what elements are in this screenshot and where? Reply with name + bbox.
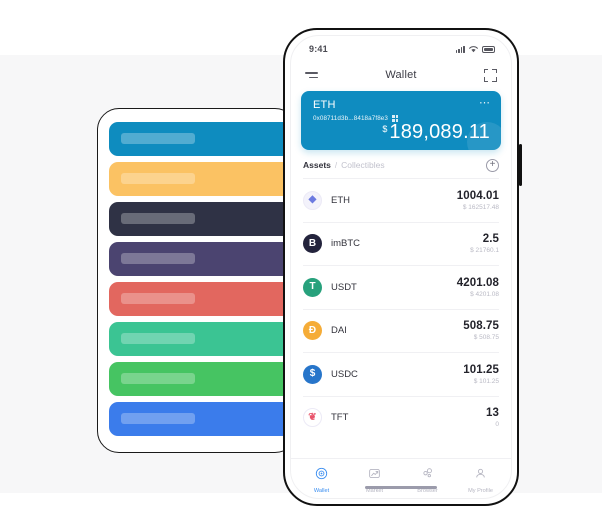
asset-amount: 13 — [486, 407, 499, 420]
asset-fiat-value: $ 162517.48 — [462, 203, 499, 211]
balance-value: 189,089.11 — [389, 121, 490, 143]
stack-card-placeholder-bar — [121, 373, 195, 384]
asset-amount: 2.5 — [482, 233, 499, 246]
tabbar-label: Wallet — [313, 488, 330, 494]
asset-fiat-value: $ 508.75 — [473, 334, 499, 342]
stack-card-placeholder-bar — [121, 173, 195, 184]
currency-symbol: $ — [382, 124, 388, 134]
app-nav-bar: Wallet — [291, 62, 511, 88]
stack-card[interactable]: L — [109, 402, 296, 436]
asset-symbol: DAI — [331, 325, 347, 337]
tabbar-item-my-profile[interactable]: My Profile — [454, 467, 507, 494]
stack-card[interactable]: ⚛ — [109, 202, 296, 236]
stack-card-placeholder-bar — [121, 333, 195, 344]
stack-card[interactable]: ◈ — [109, 242, 296, 276]
asset-symbol: ETH — [331, 194, 350, 206]
card-stack-panel: ♦ Ƀ ⚛ ◈ △ NBL — [97, 108, 297, 453]
asset-amount: 4201.08 — [456, 276, 499, 289]
bottom-tab-bar[interactable]: Wallet Market Browser My Profile — [291, 458, 511, 498]
asset-symbol: USDC — [331, 368, 358, 380]
asset-values: 2.5 $ 21760.1 — [470, 233, 499, 254]
card-stack-list: ♦ Ƀ ⚛ ◈ △ NBL — [109, 122, 296, 442]
stack-card-placeholder-bar — [121, 293, 195, 304]
page-title: Wallet — [385, 69, 417, 81]
tab-collectibles[interactable]: Collectibles — [341, 160, 384, 170]
asset-fiat-value: $ 101.25 — [473, 377, 499, 385]
stack-card-placeholder-bar — [121, 253, 195, 264]
balance-card-token: ETH — [313, 99, 336, 111]
stack-card[interactable]: N — [109, 322, 296, 356]
eth-coin-icon: ◆ — [303, 190, 322, 210]
browser-tab-icon — [421, 467, 434, 485]
tabbar-label: Browser — [417, 488, 438, 494]
asset-values: 4201.08 $ 4201.08 — [457, 277, 499, 298]
stack-card[interactable]: Ƀ — [109, 162, 296, 196]
asset-symbol: imBTC — [331, 238, 361, 250]
asset-values: 13 0 — [486, 407, 499, 428]
screenshot-root: ♦Ƀ⚛◈△NBL 9:41 Wallet — [0, 0, 602, 532]
tft-coin-icon: ❦ — [303, 408, 322, 428]
status-time: 9:41 — [309, 44, 328, 54]
tabbar-label: Market — [365, 488, 384, 494]
stack-card[interactable]: B — [109, 362, 296, 396]
phone-screen: 9:41 Wallet ETH ⋯ 0x08711d3b...8418a7f8e… — [290, 35, 512, 499]
asset-values: 101.25 $ 101.25 — [463, 364, 499, 385]
phone-frame: 9:41 Wallet ETH ⋯ 0x08711d3b...8418a7f8e… — [283, 28, 519, 506]
scan-icon[interactable] — [483, 68, 497, 82]
asset-symbol: TFT — [331, 412, 349, 424]
asset-values: 508.75 $ 508.75 — [463, 320, 499, 341]
asset-row[interactable]: $ USDC 101.25 $ 101.25 — [303, 352, 499, 396]
balance-card[interactable]: ETH ⋯ 0x08711d3b...8418a7f8e3 $ 189,089.… — [301, 91, 501, 150]
wifi-icon — [469, 46, 478, 53]
tabbar-label: My Profile — [468, 488, 493, 494]
balance-amount: $ 189,089.11 — [382, 121, 490, 144]
profile-tab-icon — [474, 467, 487, 485]
wallet-tab-icon — [315, 467, 328, 485]
stack-card-placeholder-bar — [121, 133, 195, 144]
status-indicators — [455, 45, 495, 53]
asset-fiat-value: $ 4201.08 — [470, 290, 499, 298]
home-indicator — [365, 485, 437, 489]
menu-icon[interactable] — [305, 72, 318, 78]
asset-symbol: USDT — [331, 281, 357, 293]
asset-row[interactable]: ❦ TFT 13 0 — [303, 395, 499, 440]
asset-amount: 508.75 — [463, 320, 499, 333]
phone-power-button[interactable] — [519, 144, 522, 186]
stack-card-placeholder-bar — [121, 413, 195, 424]
status-bar: 9:41 — [291, 36, 511, 62]
usdt-coin-icon: T — [303, 277, 322, 297]
assets-tabs-row: Assets / Collectibles + — [291, 152, 511, 178]
asset-values: 1004.01 $ 162517.48 — [457, 190, 499, 211]
asset-amount: 101.25 — [463, 363, 499, 376]
asset-row[interactable]: ◆ ETH 1004.01 $ 162517.48 — [303, 178, 499, 222]
plus-circle-icon[interactable]: + — [486, 158, 499, 172]
tab-assets[interactable]: Assets — [303, 160, 331, 170]
balance-card-more-icon[interactable]: ⋯ — [479, 98, 490, 109]
asset-list[interactable]: ◆ ETH 1004.01 $ 162517.48 BimBTC 2.5 $ 21760.1… — [291, 178, 511, 458]
asset-amount: 1004.01 — [456, 189, 499, 202]
cellular-signal-icon — [455, 45, 465, 53]
asset-fiat-value: 0 — [495, 421, 499, 429]
tabbar-item-market[interactable]: Market — [348, 467, 401, 494]
market-tab-icon — [368, 467, 381, 485]
stack-card[interactable]: ♦ — [109, 122, 296, 156]
assets-tabs: Assets / Collectibles — [303, 160, 385, 170]
wallet-address: 0x08711d3b...8418a7f8e3 — [313, 115, 389, 122]
stack-card-placeholder-bar — [121, 213, 195, 224]
asset-row[interactable]: Ð DAI 508.75 $ 508.75 — [303, 308, 499, 353]
stack-card[interactable]: △ — [109, 282, 296, 316]
asset-row[interactable]: BimBTC 2.5 $ 21760.1 — [303, 221, 499, 266]
asset-fiat-value: $ 21760.1 — [470, 247, 499, 255]
usdc-coin-icon: $ — [303, 364, 322, 384]
asset-row[interactable]: T USDT 4201.08 $ 4201.08 — [303, 265, 499, 309]
battery-icon — [482, 45, 495, 53]
tab-separator: / — [334, 161, 338, 170]
tabbar-item-browser[interactable]: Browser — [401, 467, 454, 494]
imbtc-coin-icon: B — [303, 234, 322, 254]
dai-coin-icon: Ð — [303, 321, 322, 341]
tabbar-item-wallet[interactable]: Wallet — [295, 467, 348, 494]
